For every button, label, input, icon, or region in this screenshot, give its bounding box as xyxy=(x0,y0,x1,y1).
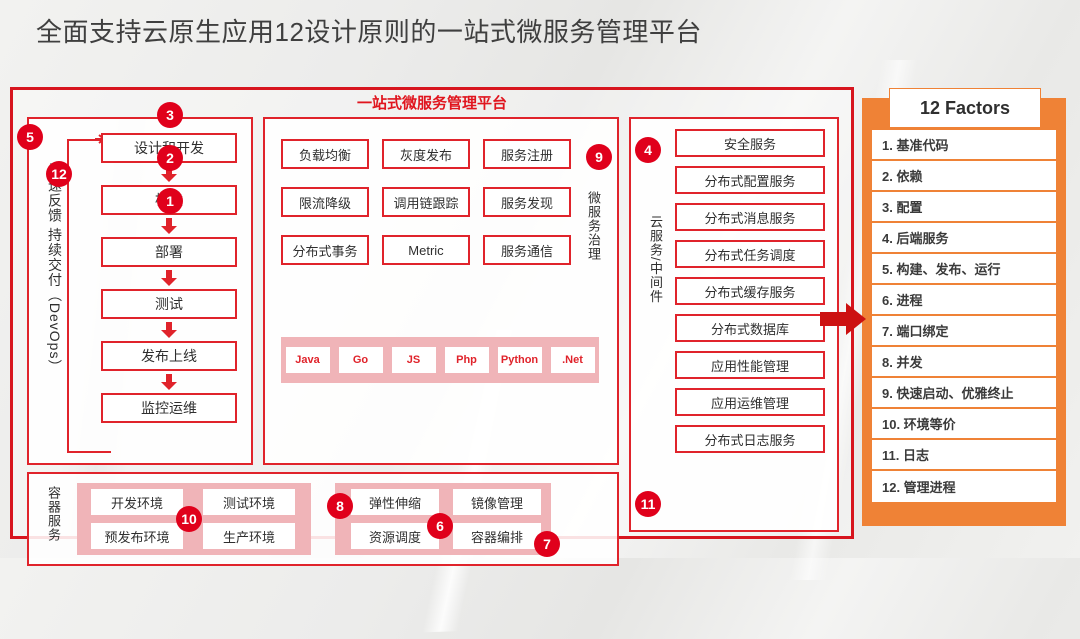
container-operation-cell[interactable]: 容器编排 xyxy=(453,523,541,549)
arrow-down-icon xyxy=(101,215,237,237)
devops-step[interactable]: 测试 xyxy=(101,289,237,319)
badge-8: 8 xyxy=(327,493,353,519)
cloud-service-item[interactable]: 分布式日志服务 xyxy=(675,425,825,453)
language-chip[interactable]: Php xyxy=(444,347,489,373)
environment-cell[interactable]: 开发环境 xyxy=(91,489,183,515)
flow-arrow-icon xyxy=(820,303,866,340)
badge-4: 4 xyxy=(635,137,661,163)
container-side-label: 容器服务 xyxy=(46,486,61,542)
badge-10: 10 xyxy=(176,506,202,532)
badge-12: 12 xyxy=(46,161,72,187)
environment-band: 开发环境 测试环境 预发布环境 生产环境 10 xyxy=(77,483,311,555)
cloud-service-item[interactable]: 分布式配置服务 xyxy=(675,166,825,194)
microservice-cell[interactable]: 服务注册 xyxy=(483,139,571,169)
microservice-row: 限流降级 调用链跟踪 服务发现 xyxy=(281,187,571,217)
page-title: 全面支持云原生应用12设计原则的一站式微服务管理平台 xyxy=(36,17,702,47)
factor-item[interactable]: 7. 端口绑定 xyxy=(872,316,1056,347)
microservice-side-label: 微服务治理 xyxy=(586,191,601,261)
container-services-panel: 容器服务 开发环境 测试环境 预发布环境 生产环境 10 弹性伸缩 镜像管理 资… xyxy=(27,472,619,566)
language-chip[interactable]: JS xyxy=(391,347,436,373)
cloud-service-item[interactable]: 安全服务 xyxy=(675,129,825,157)
factor-item[interactable]: 9. 快速启动、优雅终止 xyxy=(872,378,1056,409)
container-operations-band: 弹性伸缩 镜像管理 资源调度 容器编排 8 6 7 xyxy=(327,483,560,557)
arrow-down-icon xyxy=(101,371,237,393)
microservice-grid: 负载均衡 灰度发布 服务注册 限流降级 调用链跟踪 服务发现 分布式事务 Met… xyxy=(281,139,571,283)
platform-title: 一站式微服务管理平台 xyxy=(356,95,507,112)
factor-item[interactable]: 6. 进程 xyxy=(872,285,1056,316)
arrow-down-icon xyxy=(101,267,237,289)
language-chip[interactable]: Java xyxy=(285,347,330,373)
factor-item[interactable]: 5. 构建、发布、运行 xyxy=(872,254,1056,285)
cloud-service-item[interactable]: 分布式任务调度 xyxy=(675,240,825,268)
microservice-cell[interactable]: 限流降级 xyxy=(281,187,369,217)
language-chip[interactable]: .Net xyxy=(550,347,595,373)
platform-outer-frame: 一站式微服务管理平台 快速反馈 持续交付（DevOps） 设计和开发 构建 部署… xyxy=(10,87,854,566)
microservice-cell[interactable]: 灰度发布 xyxy=(382,139,470,169)
twelve-factors-panel: 1. 基准代码 2. 依赖 3. 配置 4. 后端服务 5. 构建、发布、运行 … xyxy=(862,98,1066,526)
cloud-service-item[interactable]: 分布式数据库 xyxy=(675,314,825,342)
cloud-services-panel: 云服务/中间件 安全服务 分布式配置服务 分布式消息服务 分布式任务调度 分布式… xyxy=(629,117,839,532)
environment-cell[interactable]: 预发布环境 xyxy=(91,523,183,549)
container-operation-cell[interactable]: 镜像管理 xyxy=(453,489,541,515)
environment-cell[interactable]: 测试环境 xyxy=(203,489,295,515)
language-chip[interactable]: Python xyxy=(497,347,542,373)
factor-item[interactable]: 2. 依赖 xyxy=(872,161,1056,192)
devops-step[interactable]: 监控运维 xyxy=(101,393,237,423)
devops-step-list: 设计和开发 构建 部署 测试 发布上线 监控运维 xyxy=(101,133,237,423)
microservice-cell[interactable]: 分布式事务 xyxy=(281,235,369,265)
environment-cell[interactable]: 生产环境 xyxy=(203,523,295,549)
cloud-services-side-label: 云服务/中间件 xyxy=(648,215,663,304)
badge-5: 5 xyxy=(17,124,43,150)
factor-item[interactable]: 1. 基准代码 xyxy=(872,130,1056,161)
microservice-cell[interactable]: Metric xyxy=(382,235,470,265)
language-chip[interactable]: Go xyxy=(338,347,383,373)
badge-3: 3 xyxy=(157,102,183,128)
devops-side-label: 快速反馈 持续交付（DevOps） xyxy=(47,163,63,375)
factor-item[interactable]: 11. 日志 xyxy=(872,440,1056,471)
cloud-services-list: 安全服务 分布式配置服务 分布式消息服务 分布式任务调度 分布式缓存服务 分布式… xyxy=(675,129,825,462)
container-operation-cell[interactable]: 弹性伸缩 xyxy=(351,489,439,515)
microservice-cell[interactable]: 服务通信 xyxy=(483,235,571,265)
badge-2: 2 xyxy=(157,145,183,171)
badge-1: 1 xyxy=(157,188,183,214)
microservice-row: 分布式事务 Metric 服务通信 xyxy=(281,235,571,265)
cloud-service-item[interactable]: 分布式缓存服务 xyxy=(675,277,825,305)
language-band: Java Go JS Php Python .Net xyxy=(281,337,599,383)
container-operation-cell[interactable]: 资源调度 xyxy=(351,523,439,549)
badge-11: 11 xyxy=(635,491,661,517)
microservice-cell[interactable]: 调用链跟踪 xyxy=(382,187,470,217)
factor-item[interactable]: 10. 环境等价 xyxy=(872,409,1056,440)
arrow-down-icon xyxy=(101,319,237,341)
microservice-cell[interactable]: 服务发现 xyxy=(483,187,571,217)
devops-step[interactable]: 发布上线 xyxy=(101,341,237,371)
twelve-factors-list: 1. 基准代码 2. 依赖 3. 配置 4. 后端服务 5. 构建、发布、运行 … xyxy=(872,130,1056,502)
microservice-cell[interactable]: 负载均衡 xyxy=(281,139,369,169)
cloud-service-item[interactable]: 应用运维管理 xyxy=(675,388,825,416)
factor-item[interactable]: 8. 并发 xyxy=(872,347,1056,378)
factor-item[interactable]: 3. 配置 xyxy=(872,192,1056,223)
badge-6: 6 xyxy=(427,513,453,539)
factor-item[interactable]: 12. 管理进程 xyxy=(872,471,1056,502)
microservice-panel: 负载均衡 灰度发布 服务注册 限流降级 调用链跟踪 服务发现 分布式事务 Met… xyxy=(263,117,619,465)
factor-item[interactable]: 4. 后端服务 xyxy=(872,223,1056,254)
cloud-service-item[interactable]: 应用性能管理 xyxy=(675,351,825,379)
badge-9: 9 xyxy=(586,144,612,170)
badge-7: 7 xyxy=(534,531,560,557)
cloud-service-item[interactable]: 分布式消息服务 xyxy=(675,203,825,231)
microservice-row: 负载均衡 灰度发布 服务注册 xyxy=(281,139,571,169)
devops-step[interactable]: 部署 xyxy=(101,237,237,267)
twelve-factors-header: 12 Factors xyxy=(889,88,1041,128)
